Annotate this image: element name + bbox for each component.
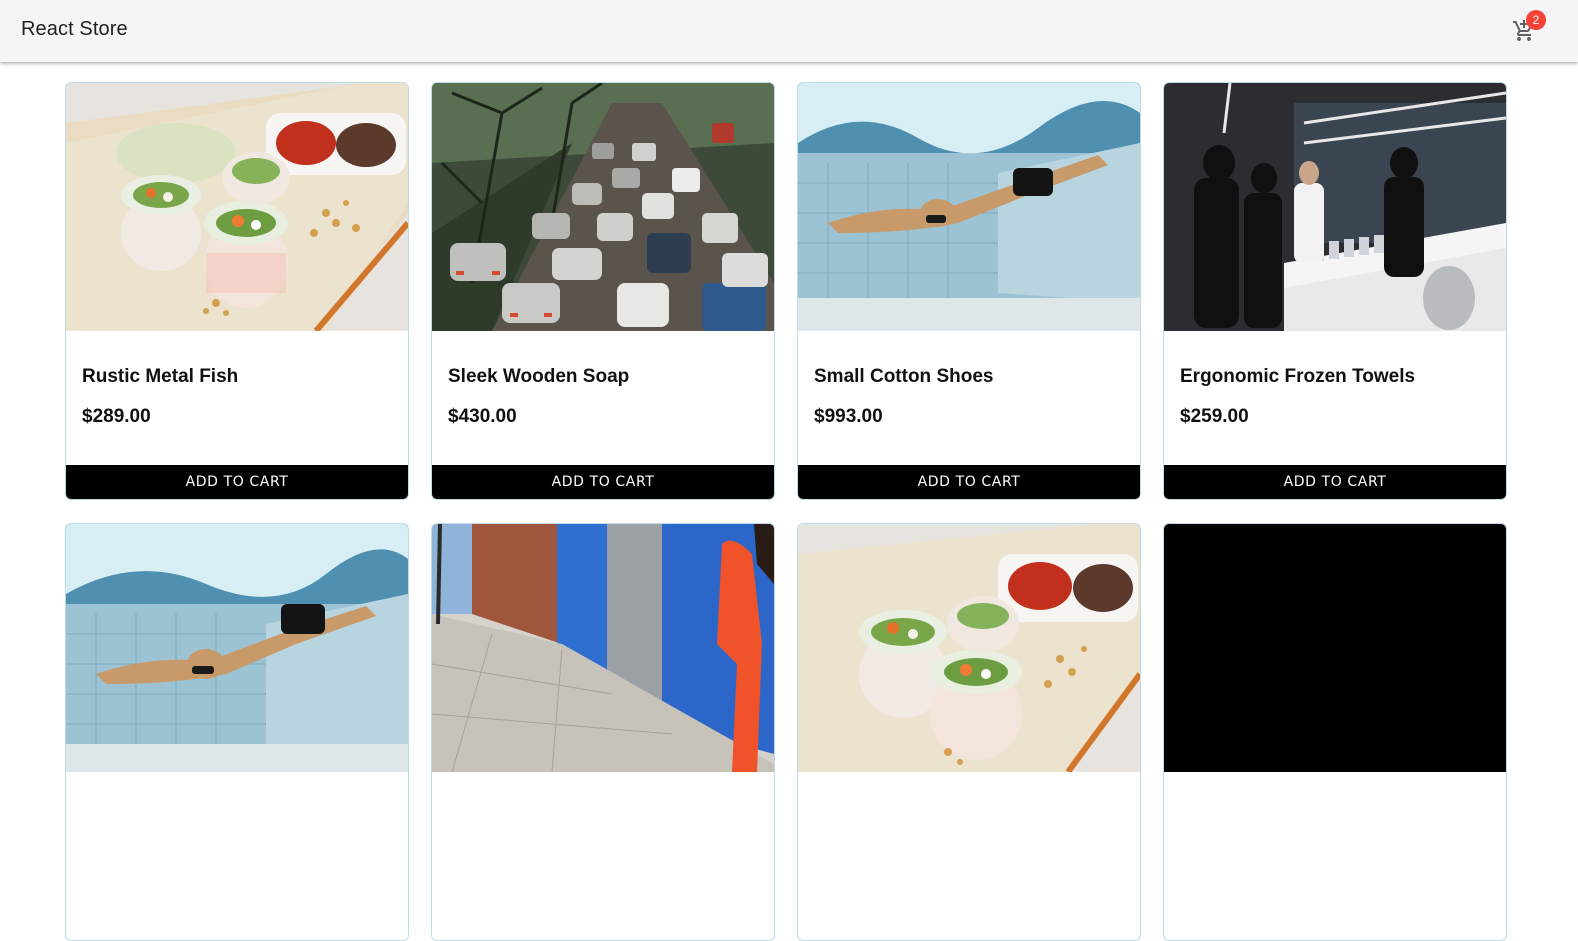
product-price: $993.00 [814, 406, 883, 427]
product-price: $289.00 [82, 406, 151, 427]
product-card [65, 523, 409, 941]
product-card: Ergonomic Frozen Towels $259.00 ADD TO C… [1163, 82, 1507, 500]
add-to-cart-button[interactable]: ADD TO CART [432, 465, 774, 499]
product-image[interactable] [798, 83, 1140, 331]
product-name: Ergonomic Frozen Towels [1180, 366, 1416, 387]
add-to-cart-button[interactable]: ADD TO CART [1164, 465, 1506, 499]
product-name: Sleek Wooden Soap [448, 366, 630, 387]
add-to-cart-button[interactable]: ADD TO CART [798, 465, 1140, 499]
product-card [1163, 523, 1507, 941]
product-price: $259.00 [1180, 406, 1249, 427]
product-grid: Rustic Metal Fish $289.00 ADD TO CART Sl… [0, 0, 1578, 941]
product-name: Small Cotton Shoes [814, 366, 994, 387]
product-price: $430.00 [448, 406, 517, 427]
product-card: Small Cotton Shoes $993.00 ADD TO CART [797, 82, 1141, 500]
app-bar: React Store 2 [0, 0, 1578, 62]
add-to-cart-button[interactable]: ADD TO CART [66, 465, 408, 499]
product-name: Rustic Metal Fish [82, 366, 239, 387]
product-image[interactable] [66, 524, 408, 772]
product-image[interactable] [432, 83, 774, 331]
product-image[interactable] [1164, 524, 1506, 772]
product-card [431, 523, 775, 941]
product-card: Sleek Wooden Soap $430.00 ADD TO CART [431, 82, 775, 500]
cart-count-badge: 2 [1526, 10, 1546, 30]
product-card [797, 523, 1141, 941]
product-image[interactable] [798, 524, 1140, 772]
product-card: Rustic Metal Fish $289.00 ADD TO CART [65, 82, 409, 500]
app-title: React Store [21, 18, 128, 40]
cart-button[interactable]: 2 [1508, 10, 1546, 48]
product-image[interactable] [432, 524, 774, 772]
product-image[interactable] [1164, 83, 1506, 331]
product-image[interactable] [66, 83, 408, 331]
